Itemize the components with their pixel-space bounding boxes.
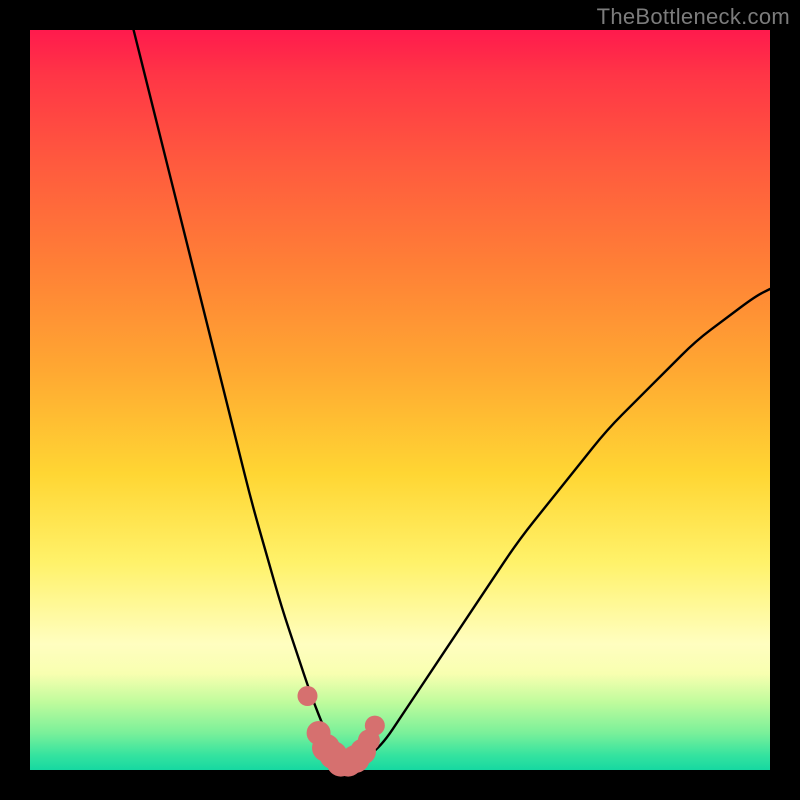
plot-area: [30, 30, 770, 770]
curve-layer: [134, 30, 770, 763]
watermark-text: TheBottleneck.com: [597, 4, 790, 30]
highlight-dot: [365, 716, 385, 736]
chart-frame: TheBottleneck.com: [0, 0, 800, 800]
bottleneck-curve: [134, 30, 770, 763]
chart-svg: [30, 30, 770, 770]
highlight-markers: [298, 686, 385, 777]
highlight-dot: [298, 686, 318, 706]
